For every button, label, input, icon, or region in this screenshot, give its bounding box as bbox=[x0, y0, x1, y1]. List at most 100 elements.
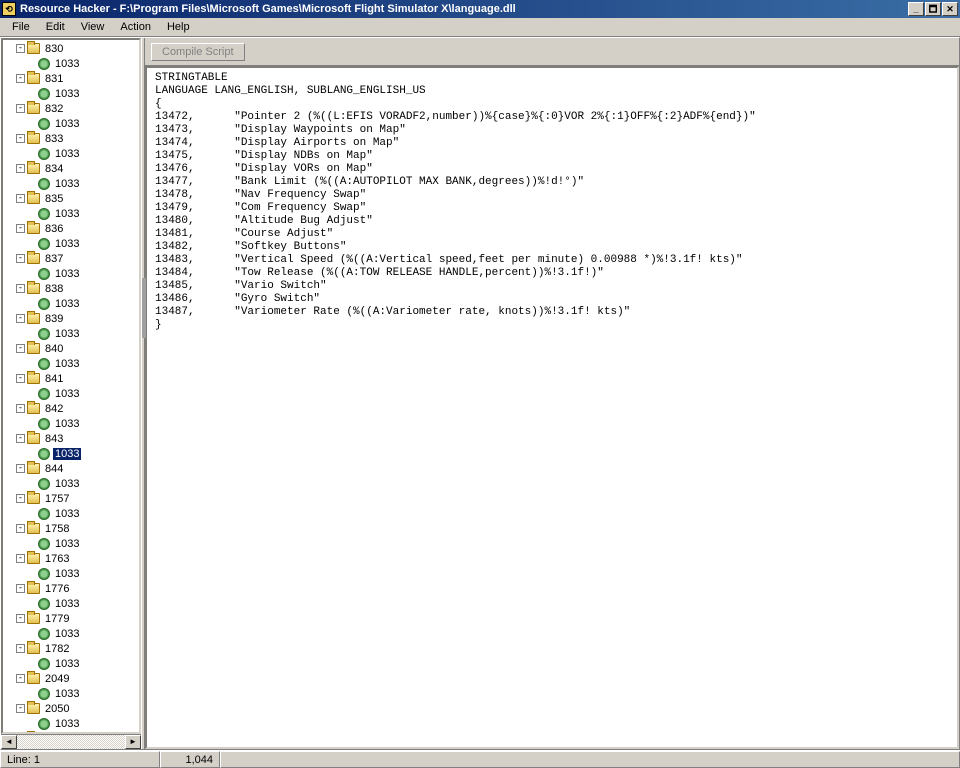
folder-icon bbox=[27, 463, 40, 474]
tree-item-836-1033[interactable]: 1033 bbox=[5, 236, 139, 251]
collapse-icon[interactable]: - bbox=[16, 494, 25, 503]
collapse-icon[interactable]: - bbox=[16, 584, 25, 593]
collapse-icon[interactable]: - bbox=[16, 524, 25, 533]
collapse-icon[interactable]: - bbox=[16, 134, 25, 143]
tree-folder-840[interactable]: -840 bbox=[5, 341, 139, 356]
collapse-icon[interactable]: - bbox=[16, 674, 25, 683]
tree-folder-2050[interactable]: -2050 bbox=[5, 701, 139, 716]
tree-folder-1757[interactable]: -1757 bbox=[5, 491, 139, 506]
tree-item-844-1033[interactable]: 1033 bbox=[5, 476, 139, 491]
menu-view[interactable]: View bbox=[73, 19, 113, 35]
item-label: 1033 bbox=[53, 538, 81, 550]
compile-script-button[interactable]: Compile Script bbox=[151, 43, 245, 61]
tree-item-838-1033[interactable]: 1033 bbox=[5, 296, 139, 311]
collapse-icon[interactable]: - bbox=[16, 614, 25, 623]
folder-label: 834 bbox=[43, 163, 65, 175]
status-line: Line: 1 bbox=[0, 751, 160, 768]
tree-item-833-1033[interactable]: 1033 bbox=[5, 146, 139, 161]
tree-folder-1758[interactable]: -1758 bbox=[5, 521, 139, 536]
collapse-icon[interactable]: - bbox=[16, 284, 25, 293]
resource-tree[interactable]: -8301033-8311033-8321033-8331033-8341033… bbox=[1, 38, 141, 734]
tree-folder-841[interactable]: -841 bbox=[5, 371, 139, 386]
collapse-icon[interactable]: - bbox=[16, 254, 25, 263]
tree-folder-844[interactable]: -844 bbox=[5, 461, 139, 476]
tree-folder-830[interactable]: - 830 bbox=[5, 41, 139, 56]
collapse-icon[interactable]: - bbox=[16, 344, 25, 353]
resource-icon bbox=[38, 538, 50, 550]
resource-icon bbox=[38, 688, 50, 700]
collapse-icon[interactable]: - bbox=[16, 194, 25, 203]
tree-folder-2051[interactable]: -2051 bbox=[5, 731, 139, 734]
splitter[interactable] bbox=[141, 38, 145, 749]
collapse-icon[interactable]: - bbox=[16, 164, 25, 173]
tree-folder-833[interactable]: -833 bbox=[5, 131, 139, 146]
maximize-button[interactable]: 🗖 bbox=[925, 2, 941, 16]
resource-icon bbox=[38, 298, 50, 310]
tree-item-839-1033[interactable]: 1033 bbox=[5, 326, 139, 341]
collapse-icon[interactable]: - bbox=[16, 74, 25, 83]
tree-item-1779-1033[interactable]: 1033 bbox=[5, 626, 139, 641]
folder-label: 830 bbox=[43, 43, 65, 55]
tree-folder-843[interactable]: -843 bbox=[5, 431, 139, 446]
tree-item-831-1033[interactable]: 1033 bbox=[5, 86, 139, 101]
tree-folder-839[interactable]: -839 bbox=[5, 311, 139, 326]
tree-folder-831[interactable]: -831 bbox=[5, 71, 139, 86]
collapse-icon[interactable]: - bbox=[16, 374, 25, 383]
menu-action[interactable]: Action bbox=[112, 19, 159, 35]
tree-item-1763-1033[interactable]: 1033 bbox=[5, 566, 139, 581]
tree-folder-837[interactable]: -837 bbox=[5, 251, 139, 266]
folder-label: 836 bbox=[43, 223, 65, 235]
tree-item-832-1033[interactable]: 1033 bbox=[5, 116, 139, 131]
item-label: 1033 bbox=[53, 598, 81, 610]
tree-item-842-1033[interactable]: 1033 bbox=[5, 416, 139, 431]
collapse-icon[interactable]: - bbox=[16, 704, 25, 713]
tree-item-1758-1033[interactable]: 1033 bbox=[5, 536, 139, 551]
resource-icon bbox=[38, 58, 50, 70]
minimize-button[interactable]: _ bbox=[908, 2, 924, 16]
collapse-icon[interactable]: - bbox=[16, 464, 25, 473]
tree-item-837-1033[interactable]: 1033 bbox=[5, 266, 139, 281]
tree-folder-842[interactable]: -842 bbox=[5, 401, 139, 416]
tree-item-830-1033[interactable]: 1033 bbox=[5, 56, 139, 71]
collapse-icon[interactable]: - bbox=[16, 44, 25, 53]
tree-item-2050-1033[interactable]: 1033 bbox=[5, 716, 139, 731]
collapse-icon[interactable]: - bbox=[16, 434, 25, 443]
tree-folder-836[interactable]: - 836 bbox=[5, 221, 139, 236]
tree-folder-1776[interactable]: -1776 bbox=[5, 581, 139, 596]
tree-folder-832[interactable]: -832 bbox=[5, 101, 139, 116]
tree-item-1782-1033[interactable]: 1033 bbox=[5, 656, 139, 671]
tree-item-1757-1033[interactable]: 1033 bbox=[5, 506, 139, 521]
collapse-icon[interactable]: - bbox=[16, 644, 25, 653]
tree-item-2049-1033[interactable]: 1033 bbox=[5, 686, 139, 701]
collapse-icon[interactable]: - bbox=[16, 224, 25, 233]
collapse-icon[interactable]: - bbox=[16, 314, 25, 323]
item-label: 1033 bbox=[53, 178, 81, 190]
tree-item-843-1033[interactable]: 1033 bbox=[5, 446, 139, 461]
tree-hscrollbar[interactable]: ◄ ► bbox=[1, 734, 141, 749]
folder-icon bbox=[27, 613, 40, 624]
scroll-right-icon[interactable]: ► bbox=[125, 735, 141, 749]
menu-help[interactable]: Help bbox=[159, 19, 198, 35]
tree-folder-835[interactable]: -835 bbox=[5, 191, 139, 206]
menu-edit[interactable]: Edit bbox=[38, 19, 73, 35]
tree-item-841-1033[interactable]: 1033 bbox=[5, 386, 139, 401]
scroll-left-icon[interactable]: ◄ bbox=[1, 735, 17, 749]
tree-item-834-1033[interactable]: 1033 bbox=[5, 176, 139, 191]
tree-item-840-1033[interactable]: 1033 bbox=[5, 356, 139, 371]
tree-item-835-1033[interactable]: 1033 bbox=[5, 206, 139, 221]
tree-item-1776-1033[interactable]: 1033 bbox=[5, 596, 139, 611]
collapse-icon[interactable]: - bbox=[16, 404, 25, 413]
tree-folder-2049[interactable]: -2049 bbox=[5, 671, 139, 686]
tree-folder-1782[interactable]: -1782 bbox=[5, 641, 139, 656]
collapse-icon[interactable]: - bbox=[16, 104, 25, 113]
tree-folder-838[interactable]: -838 bbox=[5, 281, 139, 296]
folder-icon bbox=[27, 433, 40, 444]
collapse-icon[interactable]: - bbox=[16, 554, 25, 563]
script-editor[interactable]: STRINGTABLE LANGUAGE LANG_ENGLISH, SUBLA… bbox=[145, 66, 959, 749]
item-label: 1033 bbox=[53, 628, 81, 640]
tree-folder-1779[interactable]: -1779 bbox=[5, 611, 139, 626]
tree-folder-1763[interactable]: -1763 bbox=[5, 551, 139, 566]
tree-folder-834[interactable]: - 834 bbox=[5, 161, 139, 176]
close-button[interactable]: ✕ bbox=[942, 2, 958, 16]
menu-file[interactable]: File bbox=[4, 19, 38, 35]
